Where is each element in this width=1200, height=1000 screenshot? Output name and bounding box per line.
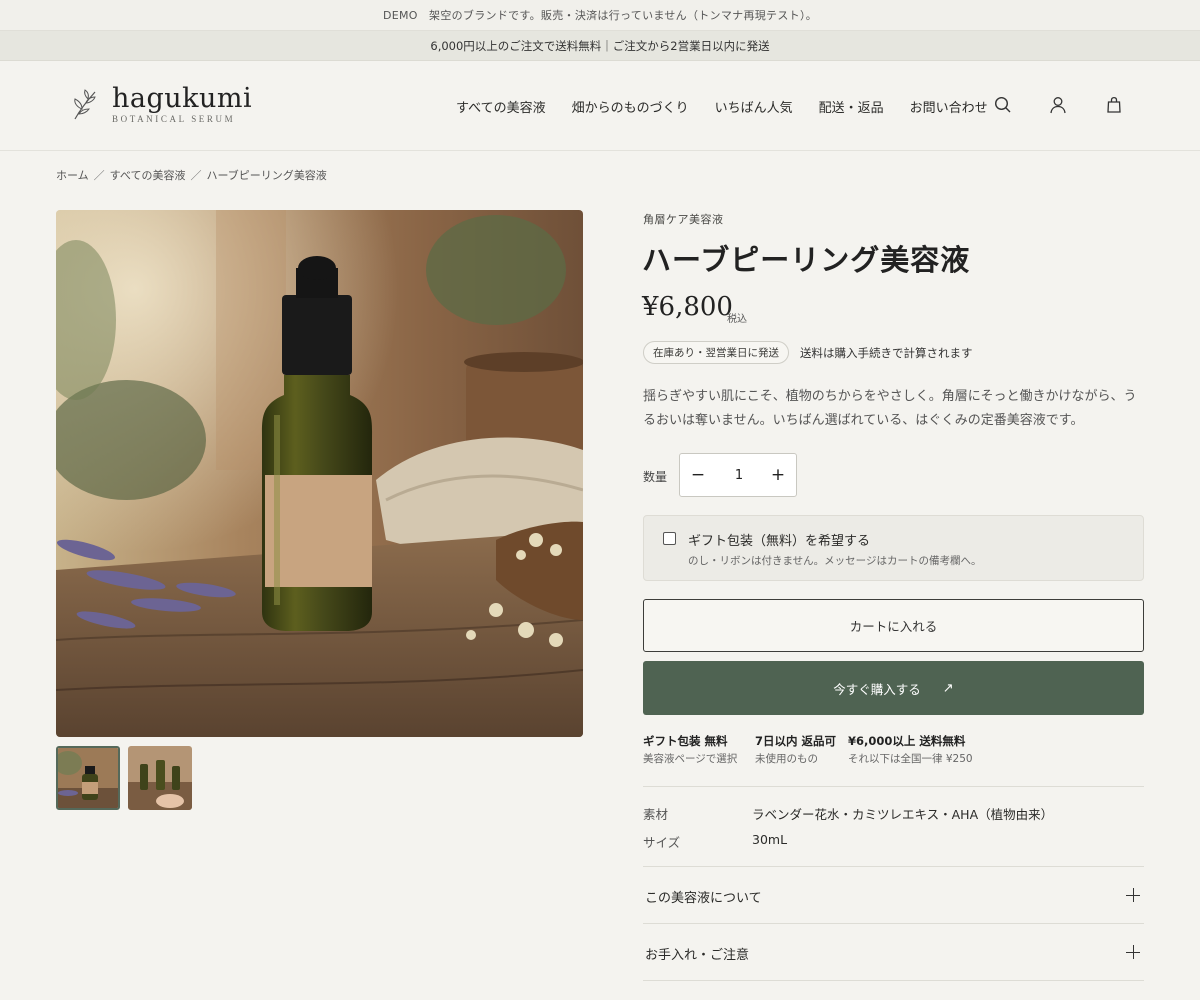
- logo-tagline: BOTANICAL SERUM: [112, 114, 236, 124]
- tax-label: 税込: [727, 314, 747, 325]
- divider: [643, 786, 1144, 787]
- stock-badge: 在庫あり・翌営業日に発送: [643, 341, 789, 364]
- site-header: hagukumi BOTANICAL SERUM すべての美容液 畑からのものづ…: [0, 61, 1200, 151]
- nav-all-serums[interactable]: すべての美容液: [456, 97, 546, 116]
- shipping-note: 送料は購入手続きで計算されます: [800, 346, 973, 360]
- quantity-label: 数量: [643, 470, 668, 484]
- thumbnail-2-image: [128, 746, 192, 810]
- add-to-cart-label: カートに入れる: [849, 619, 938, 634]
- accordion-care-label: お手入れ・ご注意: [645, 948, 750, 963]
- breadcrumb-separator: ／: [93, 169, 105, 182]
- nav-shipping-returns[interactable]: 配送・返品: [819, 97, 884, 116]
- buy-now-button[interactable]: 今すぐ購入する ↗: [643, 661, 1144, 715]
- shipping-announcement-text: 6,000円以上のご注文で送料無料｜ご注文から2営業日以内に発送: [430, 38, 770, 53]
- breadcrumb-home[interactable]: ホーム: [56, 169, 89, 182]
- stock-badge-text: 在庫あり・翌営業日に発送: [653, 347, 779, 359]
- spec-value-material: ラベンダー花水・カミツレエキス・AHA（植物由来）: [752, 807, 1054, 822]
- account-icon[interactable]: [1048, 95, 1068, 115]
- thumbnail-1-image: [58, 748, 118, 808]
- logo-text: hagukumi BOTANICAL SERUM: [112, 83, 253, 125]
- gift-wrap-note: のし・リボンは付きません。メッセージはカートの備考欄へ。: [688, 555, 982, 567]
- feature-title: ¥6,000以上 送料無料: [848, 734, 966, 748]
- accordion-care[interactable]: お手入れ・ご注意: [643, 924, 1144, 980]
- quantity-increase-button[interactable]: +: [760, 454, 796, 496]
- nav-from-the-field[interactable]: 畑からのものづくり: [572, 97, 689, 116]
- feature-title: ギフト包装 無料: [643, 734, 728, 748]
- product-title: ハーブピーリング美容液: [642, 243, 971, 277]
- quantity-input[interactable]: [716, 465, 762, 485]
- arrow-up-right-icon: ↗: [942, 680, 954, 696]
- add-to-cart-button[interactable]: カートに入れる: [643, 599, 1144, 652]
- search-icon[interactable]: [993, 95, 1013, 115]
- spec-key-material: 素材: [643, 807, 669, 822]
- product-category: 角層ケア美容液: [643, 213, 724, 226]
- shipping-announcement-bar: 6,000円以上のご注文で送料無料｜ご注文から2営業日以内に発送: [0, 30, 1200, 61]
- leaf-sprig-icon: [74, 88, 96, 119]
- gift-wrap-label[interactable]: ギフト包装（無料）を希望する: [688, 530, 870, 549]
- accordion-about[interactable]: この美容液について: [643, 867, 1144, 923]
- demo-announcement-bar: DEMO 架空のブランドです。販売・決済は行っていません（トンマナ再現テスト）。: [0, 0, 1200, 30]
- logo-name: hagukumi: [112, 83, 253, 114]
- gift-wrap-option: ギフト包装（無料）を希望する のし・リボンは付きません。メッセージはカートの備考…: [643, 515, 1144, 581]
- serum-bottle-photo: [56, 210, 583, 737]
- accordion-about-label: この美容液について: [645, 891, 762, 906]
- gift-wrap-checkbox[interactable]: [663, 532, 676, 545]
- thumbnail-1[interactable]: [56, 746, 120, 810]
- main-nav: すべての美容液 畑からのものづくり いちばん人気 配送・返品 お問い合わせ: [456, 97, 1014, 116]
- nav-most-popular[interactable]: いちばん人気: [715, 97, 793, 116]
- breadcrumb: ホーム ／ すべての美容液 ／ ハーブピーリング美容液: [56, 167, 327, 183]
- feature-subtitle: それ以下は全国一律 ¥250: [848, 753, 973, 765]
- breadcrumb-category[interactable]: すべての美容液: [110, 169, 186, 182]
- product-price: ¥6,800: [642, 292, 733, 322]
- quantity-stepper: − +: [679, 453, 797, 497]
- spec-key-size: サイズ: [643, 835, 681, 850]
- thumbnail-2[interactable]: [128, 746, 192, 810]
- plus-icon: [1126, 945, 1140, 959]
- logo[interactable]: hagukumi BOTANICAL SERUM: [70, 85, 252, 124]
- feature-title: 7日以内 返品可: [755, 734, 837, 748]
- feature-free-shipping: ¥6,000以上 送料無料 それ以下は全国一律 ¥250: [848, 733, 973, 766]
- product-description: 揺らぎやすい肌にこそ、植物のちからをやさしく。角層にそっと働きかけながら、うるお…: [643, 389, 1137, 428]
- quantity-decrease-button[interactable]: −: [680, 454, 716, 496]
- feature-returns: 7日以内 返品可 未使用のもの: [755, 733, 836, 766]
- product-main-image[interactable]: [56, 210, 583, 737]
- breadcrumb-separator: ／: [190, 169, 202, 182]
- feature-subtitle: 未使用のもの: [755, 753, 818, 765]
- demo-announcement-text: DEMO 架空のブランドです。販売・決済は行っていません（トンマナ再現テスト）。: [382, 9, 818, 22]
- feature-subtitle: 美容液ページで選択: [643, 753, 738, 765]
- spec-value-size: 30mL: [752, 832, 788, 847]
- breadcrumb-current: ハーブピーリング美容液: [206, 169, 327, 182]
- feature-gift-wrap: ギフト包装 無料 美容液ページで選択: [643, 733, 737, 766]
- bag-icon[interactable]: [1104, 95, 1124, 115]
- divider: [643, 980, 1144, 981]
- nav-contact[interactable]: お問い合わせ: [910, 97, 988, 116]
- plus-icon: [1126, 888, 1140, 902]
- buy-now-label: 今すぐ購入する: [833, 681, 921, 697]
